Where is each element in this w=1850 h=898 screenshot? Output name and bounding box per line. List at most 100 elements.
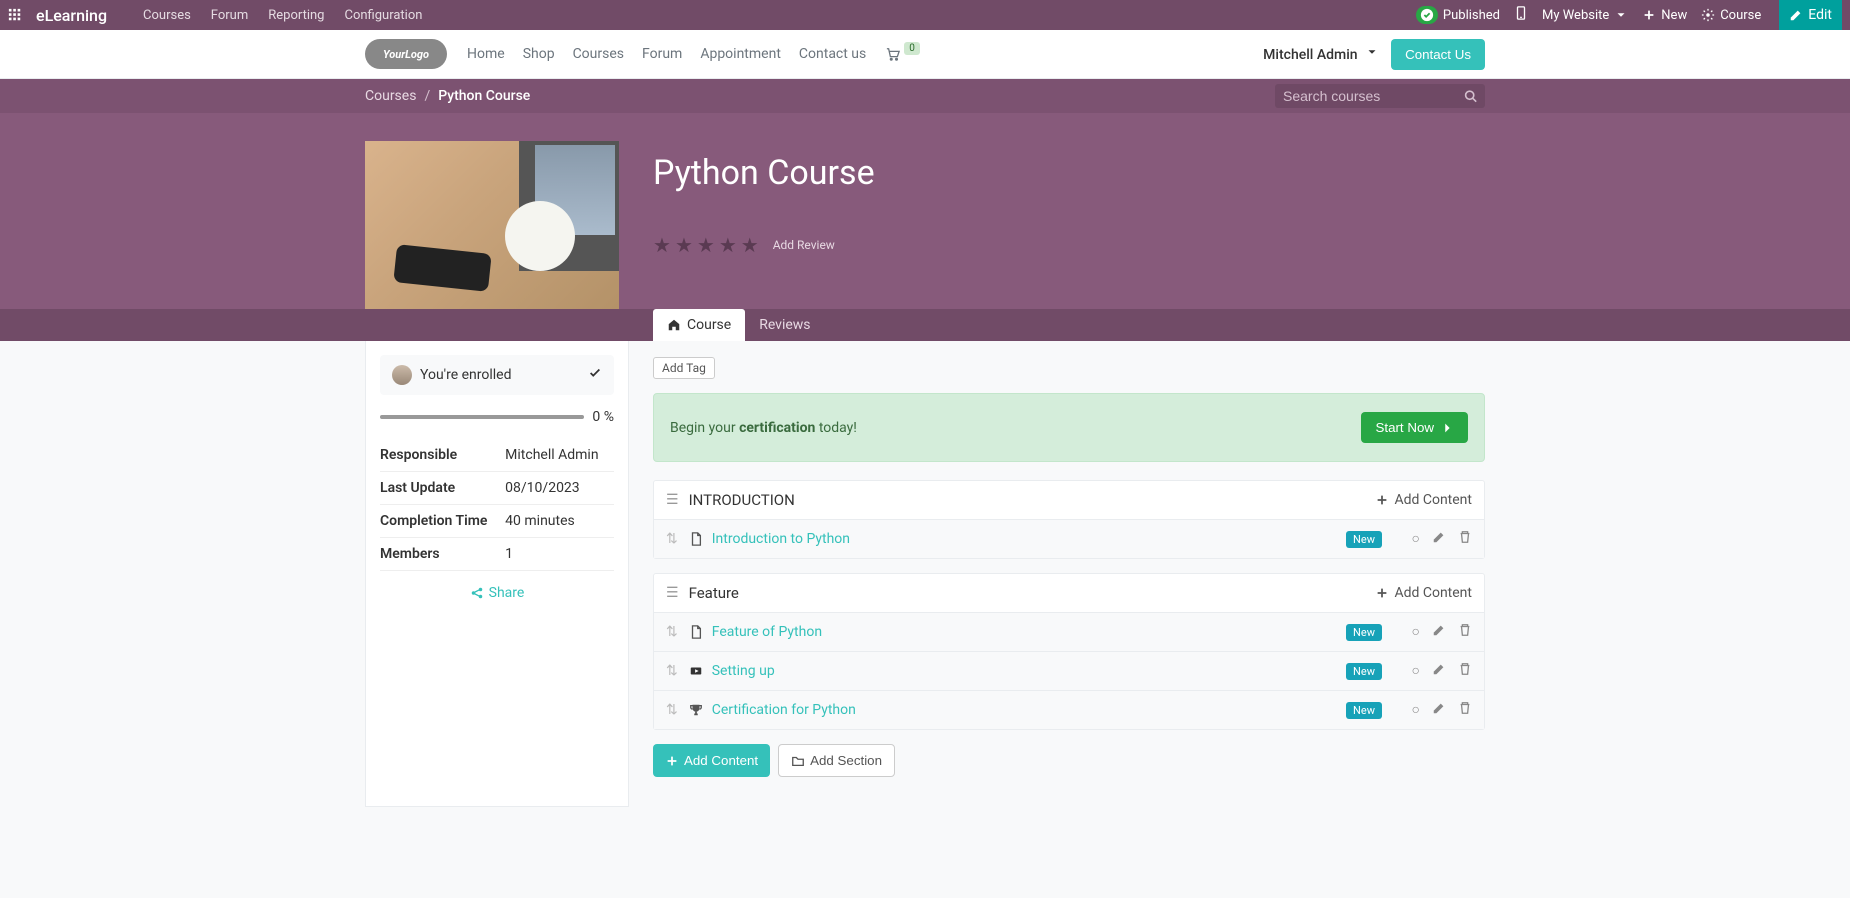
tab-reviews[interactable]: Reviews	[745, 309, 824, 341]
meta-responsible-label: Responsible	[380, 439, 505, 472]
search-input[interactable]	[1283, 88, 1464, 104]
trophy-icon	[688, 703, 704, 717]
mobile-icon[interactable]	[1514, 6, 1528, 24]
folder-icon	[791, 754, 805, 768]
new-badge: New	[1346, 624, 1382, 641]
trash-icon[interactable]	[1458, 662, 1472, 680]
sort-handle-icon[interactable]: ⇅	[666, 663, 678, 679]
check-icon	[588, 366, 602, 384]
cart[interactable]: 0	[886, 47, 920, 61]
progress-value: 0 %	[592, 409, 614, 425]
lesson-link[interactable]: Setting up	[712, 663, 775, 679]
edit-icon[interactable]	[1432, 623, 1446, 641]
edit-icon[interactable]	[1432, 701, 1446, 719]
course-settings[interactable]: Course	[1701, 8, 1761, 23]
edit-button[interactable]: Edit	[1779, 0, 1842, 30]
meta-completion: 40 minutes	[505, 505, 614, 538]
enrolled-status: You're enrolled	[380, 355, 614, 395]
topnav-reporting[interactable]: Reporting	[268, 8, 324, 23]
home-icon	[667, 318, 681, 332]
plus-icon	[665, 754, 679, 768]
drag-handle-icon[interactable]: ☰	[666, 585, 679, 601]
share-button[interactable]: Share	[470, 585, 525, 601]
breadcrumb-current: Python Course	[438, 88, 530, 104]
sitenav-home[interactable]: Home	[467, 46, 505, 62]
topnav-forum[interactable]: Forum	[211, 8, 248, 23]
drag-handle-icon[interactable]: ☰	[666, 492, 679, 508]
enrolled-label: You're enrolled	[420, 367, 512, 383]
status-circle-icon[interactable]: ○	[1412, 530, 1420, 548]
search-icon[interactable]	[1464, 89, 1477, 103]
rating-stars[interactable]: ★ ★ ★ ★ ★	[653, 233, 759, 257]
course-content: Add Tag Begin your certification today! …	[653, 341, 1485, 807]
star-icon: ★	[675, 233, 693, 257]
cart-badge: 0	[904, 42, 920, 55]
section-title: INTRODUCTION	[689, 491, 795, 509]
star-icon: ★	[653, 233, 671, 257]
add-content-link[interactable]: Add Content	[1375, 492, 1472, 508]
course-sidebar: You're enrolled 0 % ResponsibleMitchell …	[365, 341, 629, 807]
sitenav-courses[interactable]: Courses	[573, 46, 624, 62]
tab-course[interactable]: Course	[653, 309, 745, 341]
add-tag-button[interactable]: Add Tag	[653, 357, 715, 379]
apps-icon[interactable]	[8, 8, 22, 22]
sitenav-contact[interactable]: Contact us	[799, 46, 866, 62]
meta-members-label: Members	[380, 538, 505, 571]
course-cover-image	[365, 141, 619, 309]
start-now-button[interactable]: Start Now	[1361, 412, 1468, 443]
contact-us-button[interactable]: Contact Us	[1391, 39, 1485, 70]
lesson-row: ⇅ Introduction to Python New ○	[654, 519, 1484, 558]
site-logo[interactable]: YourLogo	[365, 39, 447, 69]
sitenav-forum[interactable]: Forum	[642, 46, 682, 62]
new-button[interactable]: New	[1642, 8, 1687, 23]
pdf-icon	[688, 532, 704, 546]
new-badge: New	[1346, 663, 1382, 680]
status-circle-icon[interactable]: ○	[1412, 701, 1420, 719]
my-website-dropdown[interactable]: My Website	[1542, 8, 1628, 23]
trash-icon[interactable]	[1458, 623, 1472, 641]
sort-handle-icon[interactable]: ⇅	[666, 624, 678, 640]
add-section-button[interactable]: Add Section	[778, 744, 895, 777]
trash-icon[interactable]	[1458, 701, 1472, 719]
app-brand[interactable]: eLearning	[36, 6, 107, 25]
meta-members: 1	[505, 538, 614, 571]
plus-icon	[1375, 493, 1389, 507]
sort-handle-icon[interactable]: ⇅	[666, 531, 678, 547]
new-badge: New	[1346, 702, 1382, 719]
chevron-right-icon	[1440, 421, 1454, 435]
trash-icon[interactable]	[1458, 530, 1472, 548]
edit-icon[interactable]	[1432, 662, 1446, 680]
star-icon: ★	[697, 233, 715, 257]
meta-lastupdate-label: Last Update	[380, 472, 505, 505]
add-review-link[interactable]: Add Review	[773, 238, 835, 252]
sitenav-appointment[interactable]: Appointment	[700, 46, 781, 62]
section: ☰ INTRODUCTION Add Content ⇅ Introductio…	[653, 480, 1485, 559]
published-toggle[interactable]: Published	[1416, 6, 1500, 24]
pdf-icon	[688, 625, 704, 639]
topnav-configuration[interactable]: Configuration	[344, 8, 422, 23]
meta-completion-label: Completion Time	[380, 505, 505, 538]
meta-responsible: Mitchell Admin	[505, 439, 614, 472]
add-content-link[interactable]: Add Content	[1375, 585, 1472, 601]
sitenav-shop[interactable]: Shop	[523, 46, 555, 62]
progress-bar	[380, 415, 584, 419]
topnav-courses[interactable]: Courses	[143, 8, 191, 23]
search-box[interactable]	[1275, 84, 1485, 108]
user-menu[interactable]: Mitchell Admin	[1263, 45, 1379, 63]
status-circle-icon[interactable]: ○	[1412, 623, 1420, 641]
sort-handle-icon[interactable]: ⇅	[666, 702, 678, 718]
lesson-link[interactable]: Certification for Python	[712, 702, 856, 718]
star-icon: ★	[741, 233, 759, 257]
breadcrumb-root[interactable]: Courses	[365, 88, 416, 104]
video-icon	[688, 664, 704, 678]
avatar	[392, 365, 412, 385]
plus-icon	[1375, 586, 1389, 600]
edit-icon[interactable]	[1432, 530, 1446, 548]
status-circle-icon[interactable]: ○	[1412, 662, 1420, 680]
lesson-link[interactable]: Feature of Python	[712, 624, 822, 640]
share-icon	[470, 586, 484, 600]
add-content-button[interactable]: Add Content	[653, 744, 770, 777]
lesson-row: ⇅ Feature of Python New ○	[654, 612, 1484, 651]
lesson-link[interactable]: Introduction to Python	[712, 531, 850, 547]
course-title: Python Course	[653, 153, 1485, 193]
